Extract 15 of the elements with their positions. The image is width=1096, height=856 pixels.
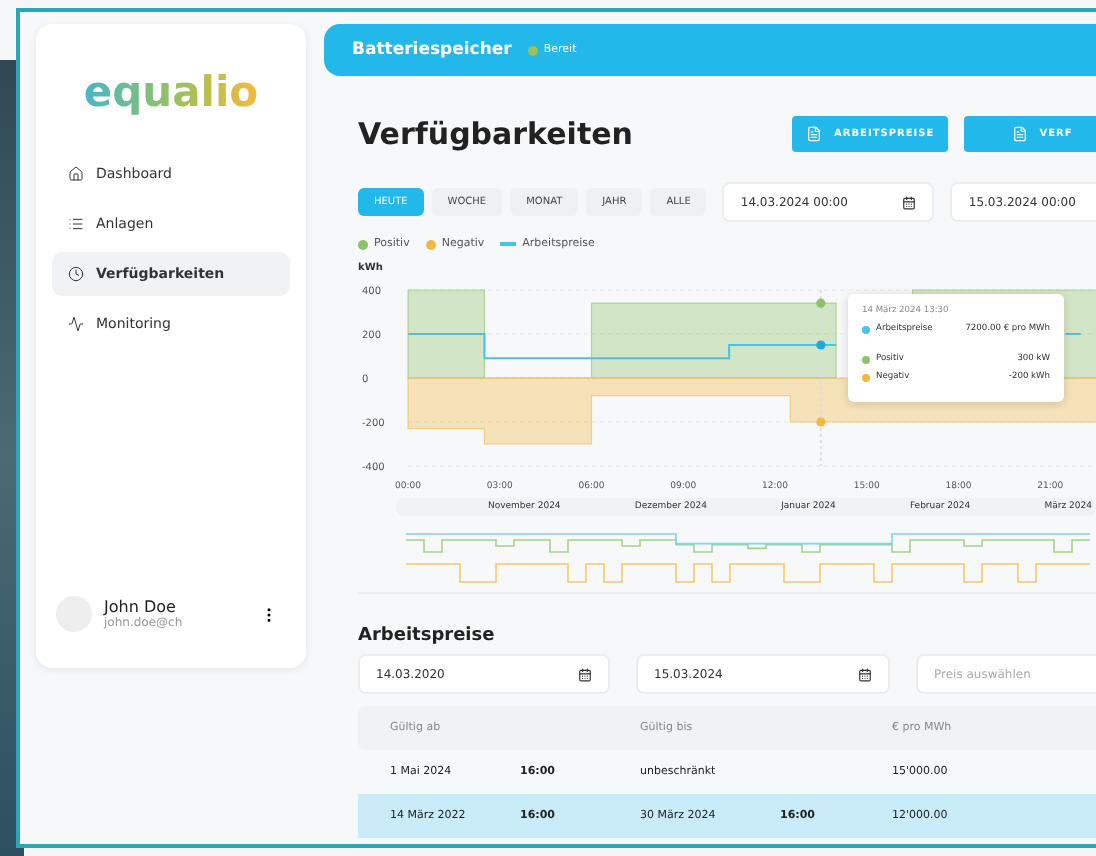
pulse-icon: [68, 316, 84, 332]
clock-icon: [68, 266, 84, 282]
logo: equalio: [83, 68, 259, 116]
section-title: Arbeitspreise: [358, 626, 497, 646]
home-icon: [68, 166, 84, 182]
device-title: Batteriespeicher: [352, 40, 512, 60]
document-icon: [1011, 126, 1028, 142]
calendar-icon: [902, 195, 917, 209]
status-dot: [527, 45, 538, 55]
calendar-icon: [858, 667, 872, 681]
calendar-icon: [578, 667, 592, 681]
list-icon: [68, 216, 84, 232]
user-name: John Doe: [104, 598, 178, 616]
document-icon: [806, 126, 823, 142]
page-title: Verfügbarkeiten: [358, 116, 635, 152]
